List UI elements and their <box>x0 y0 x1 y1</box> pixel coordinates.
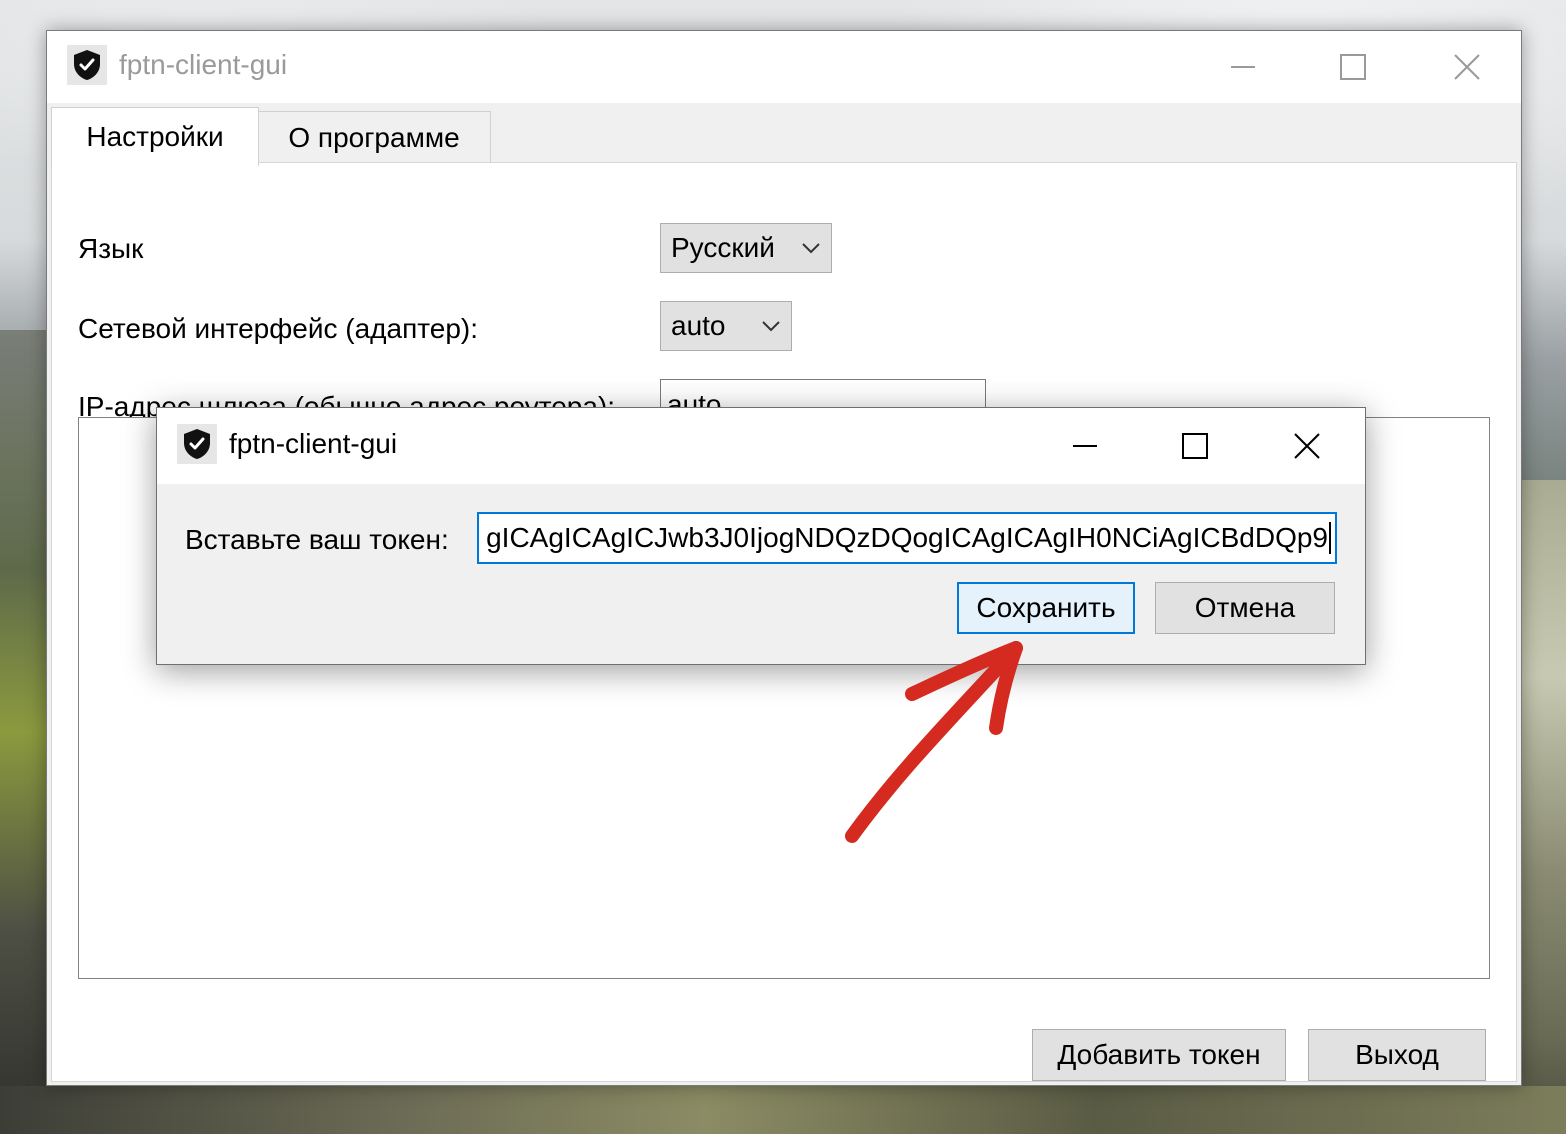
main-titlebar[interactable]: fptn-client-gui <box>47 31 1521 103</box>
shield-icon <box>177 424 217 464</box>
language-select-value: Русский <box>671 232 775 263</box>
wallpaper-ground <box>0 1086 1566 1134</box>
close-icon <box>1294 433 1320 459</box>
dialog-titlebar[interactable]: fptn-client-gui <box>157 408 1365 484</box>
interface-select[interactable]: auto <box>660 301 792 351</box>
minimize-icon <box>1073 445 1097 447</box>
interface-select-value: auto <box>671 310 726 341</box>
token-dialog: fptn-client-gui Вставьте ваш токен: gICA… <box>156 407 1366 665</box>
maximize-icon <box>1340 54 1366 80</box>
shield-icon <box>67 45 107 85</box>
token-label: Вставьте ваш токен: <box>185 524 449 555</box>
cancel-button[interactable]: Отмена <box>1155 582 1335 634</box>
dialog-title: fptn-client-gui <box>229 428 398 459</box>
maximize-icon <box>1182 433 1208 459</box>
tab-bar: Настройки О программе <box>47 103 1521 166</box>
interface-label: Сетевой интерфейс (адаптер): <box>78 313 479 344</box>
tab-about[interactable]: О программе <box>257 111 491 165</box>
minimize-icon <box>1231 66 1255 68</box>
token-input-value: gICAgICAgICJwb3J0IjogNDQzDQogICAgICAgIH0… <box>486 522 1328 553</box>
wallpaper-rock-right <box>1520 480 1566 1134</box>
dialog-close-button[interactable] <box>1277 416 1337 476</box>
close-icon <box>1454 54 1480 80</box>
window-title: fptn-client-gui <box>119 49 288 80</box>
text-caret <box>1329 522 1331 554</box>
dialog-minimize-button[interactable] <box>1055 416 1115 476</box>
chevron-down-icon <box>762 321 780 332</box>
language-label: Язык <box>78 233 144 264</box>
token-input[interactable]: gICAgICAgICJwb3J0IjogNDQzDQogICAgICAgIH0… <box>477 512 1337 564</box>
dialog-maximize-button[interactable] <box>1165 416 1225 476</box>
save-button[interactable]: Сохранить <box>957 582 1135 634</box>
minimize-button[interactable] <box>1213 37 1273 97</box>
exit-button[interactable]: Выход <box>1308 1029 1486 1081</box>
chevron-down-icon <box>802 243 820 254</box>
maximize-button[interactable] <box>1323 37 1383 97</box>
add-token-button[interactable]: Добавить токен <box>1032 1029 1286 1081</box>
close-button[interactable] <box>1437 37 1497 97</box>
tab-settings[interactable]: Настройки <box>51 107 259 166</box>
language-select[interactable]: Русский <box>660 223 832 273</box>
